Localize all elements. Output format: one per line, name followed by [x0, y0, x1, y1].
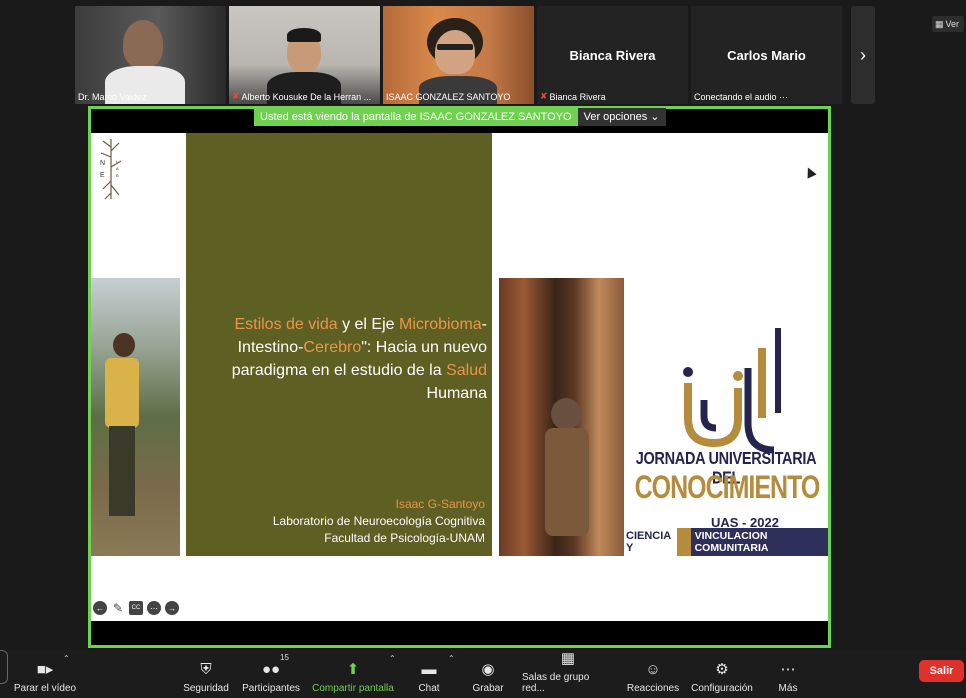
viewing-banner: Usted está viendo la pantalla de ISAAC G…	[254, 108, 666, 126]
record-label: Grabar	[472, 683, 504, 694]
participant-hair	[287, 28, 321, 42]
participant-display-name: Bianca Rivera	[569, 48, 656, 63]
record-icon: ◉	[481, 661, 495, 678]
grid-icon: ▦	[935, 18, 944, 29]
participant-face	[435, 30, 475, 74]
view-layout-button[interactable]: ▦ Ver	[932, 16, 964, 32]
participant-name: Conectando el audio ···	[694, 92, 789, 102]
slide-controls: ← ✎ CC ⋯ →	[93, 601, 179, 615]
jornada-tagline: CIENCIA Y VINCULACION COMUNITARIA	[626, 528, 828, 556]
tagline-ciencia: CIENCIA Y	[626, 530, 671, 554]
faculty-name: Facultad de Psicología-UNAM	[324, 531, 485, 545]
participant-display-name: Carlos Mario	[727, 48, 806, 63]
next-slide-icon[interactable]: →	[165, 601, 179, 615]
participant-name: ✘ Bianca Rivera	[540, 91, 606, 102]
security-label: Seguridad	[183, 683, 229, 694]
participant-tile-3[interactable]: ISAAC GONZALEZ SANTOYO	[383, 6, 534, 104]
reactions-button[interactable]: ☺ Reacciones	[626, 650, 680, 694]
ellipsis-icon: ⋯	[780, 661, 796, 678]
lab-name: Laboratorio de Neuroecología Cognitiva	[272, 514, 485, 528]
chevron-down-icon: ⌄	[650, 111, 660, 123]
slide-author-block: Isaac G-Santoyo Laboratorio de Neuroecol…	[191, 496, 485, 547]
participant-name: ISAAC GONZALEZ SANTOYO	[386, 92, 511, 102]
participant-tile-4[interactable]: Bianca Rivera ✘ Bianca Rivera	[537, 6, 688, 104]
mouse-cursor-icon	[803, 165, 817, 179]
breakout-rooms-icon: ▦	[560, 650, 576, 667]
svg-text:L: L	[116, 159, 119, 164]
chat-button[interactable]: ▬ Chat	[412, 650, 446, 694]
svg-text:N: N	[100, 160, 105, 167]
video-camera-icon: ■▸	[36, 661, 54, 678]
view-options-button[interactable]: Ver opciones ⌄	[577, 108, 666, 126]
chevron-right-icon: ›	[860, 44, 866, 65]
breakout-rooms-label: Salas de grupo red...	[522, 672, 590, 694]
mic-muted-icon: ✘	[540, 91, 548, 101]
more-icon[interactable]: ⋯	[147, 601, 161, 615]
shield-icon: ⛨	[200, 661, 212, 678]
edge-handle	[0, 650, 8, 684]
svg-text:B: B	[116, 173, 119, 178]
leave-button[interactable]: Salir	[919, 660, 964, 682]
participants-button[interactable]: ●● Participantes	[240, 650, 302, 694]
woman-photo	[499, 278, 624, 556]
viewing-label: Usted está viendo la pantalla de ISAAC G…	[254, 108, 578, 126]
participant-strip: Dr. Marco Valdez ✘ Alberto Kousuke De la …	[75, 6, 842, 104]
participants-icon: ●●	[261, 661, 281, 678]
zoom-meeting-window: Dr. Marco Valdez ✘ Alberto Kousuke De la …	[0, 0, 966, 698]
participant-face	[123, 20, 163, 68]
chat-options-caret[interactable]: ⌃	[448, 654, 455, 663]
share-screen-label: Compartir pantalla	[312, 683, 394, 694]
participant-name: Dr. Marco Valdez	[78, 92, 147, 102]
svg-text:A: A	[116, 166, 119, 171]
share-options-caret[interactable]: ⌃	[389, 654, 396, 663]
share-screen-button[interactable]: ⬆ Compartir pantalla	[312, 650, 394, 694]
chat-icon: ▬	[421, 661, 437, 678]
stop-video-label: Parar el vídeo	[13, 683, 77, 694]
participants-count-badge: 15	[280, 653, 289, 662]
view-layout-label: Ver	[945, 19, 960, 29]
chat-label: Chat	[418, 683, 440, 694]
boy-photo	[91, 278, 180, 556]
settings-label: Configuración	[691, 683, 753, 694]
settings-button[interactable]: ⚙ Configuración	[690, 650, 754, 694]
captions-icon[interactable]: CC	[129, 601, 143, 615]
breakout-rooms-button[interactable]: ▦ Salas de grupo red...	[522, 650, 614, 694]
pen-icon[interactable]: ✎	[111, 601, 125, 615]
strip-next-button[interactable]: ›	[851, 6, 875, 104]
prev-slide-icon[interactable]: ←	[93, 601, 107, 615]
participant-name: ✘ Alberto Kousuke De la Herran ...	[232, 91, 372, 102]
more-label: Más	[778, 683, 798, 694]
tagline-vinculacion: VINCULACION COMUNITARIA	[676, 528, 828, 556]
slide-title: Estilos de vida y el Eje Microbioma-Inte…	[231, 316, 487, 402]
participant-tile-5[interactable]: Carlos Mario Conectando el audio ···	[691, 6, 842, 104]
share-screen-icon: ⬆	[346, 661, 360, 678]
reactions-label: Reacciones	[626, 683, 680, 694]
glasses	[437, 44, 473, 50]
svg-text:E: E	[100, 172, 105, 179]
nelab-logo: N E L A B	[100, 139, 122, 200]
participants-label: Participantes	[242, 683, 300, 694]
participant-tile-2[interactable]: ✘ Alberto Kousuke De la Herran ...	[229, 6, 380, 104]
view-options-label: Ver opciones	[583, 111, 648, 123]
video-options-caret[interactable]: ⌃	[63, 654, 70, 663]
participant-tile-1[interactable]: Dr. Marco Valdez	[75, 6, 226, 104]
presentation-slide: N E L A B Estilos de vida y el Eje Micro…	[91, 133, 828, 621]
author-name: Isaac G-Santoyo	[395, 497, 485, 511]
emoji-add-icon: ☺	[645, 661, 661, 678]
security-button[interactable]: ⛨ Seguridad	[180, 650, 232, 694]
more-button[interactable]: ⋯ Más	[770, 650, 806, 694]
jornada-subtitle: CONOCIMIENTO	[634, 469, 821, 507]
mic-muted-icon: ✘	[232, 91, 240, 101]
gear-icon: ⚙	[715, 661, 729, 678]
record-button[interactable]: ◉ Grabar	[468, 650, 508, 694]
